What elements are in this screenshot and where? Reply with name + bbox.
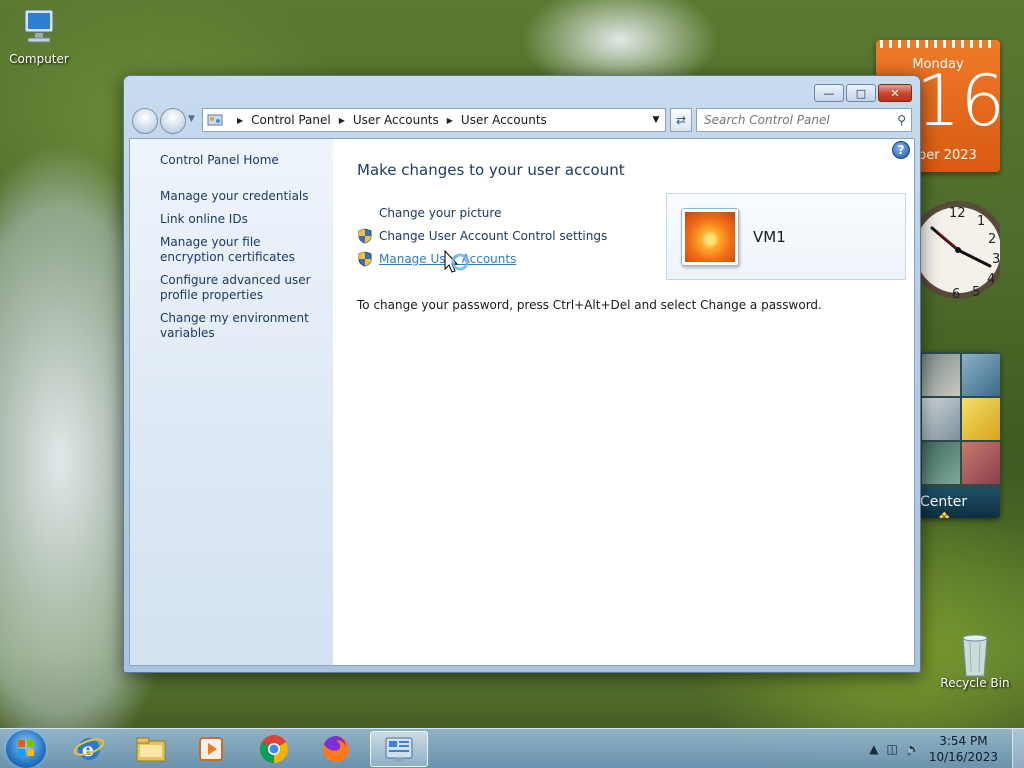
task-link-credentials[interactable]: Manage your credentials (160, 189, 320, 204)
clock-number: 2 (988, 232, 996, 247)
breadcrumb-user-accounts[interactable]: User Accounts (353, 113, 439, 127)
calendar-rings (880, 40, 996, 48)
clock-number: 1 (977, 214, 985, 229)
taskbar-internet-explorer[interactable]: e (60, 731, 118, 767)
media-tiles (920, 352, 1000, 486)
desktop-icon-recycle-bin[interactable]: Recycle Bin (935, 632, 1015, 690)
navigation-bar: ▼ ▶ Control Panel ▶ User Accounts ▶ User… (132, 106, 912, 134)
password-hint: To change your password, press Ctrl+Alt+… (357, 298, 822, 312)
taskbar-firefox[interactable] (307, 731, 365, 767)
desktop-icon-label: Computer (9, 52, 69, 66)
address-dropdown-icon[interactable]: ▼ (647, 115, 665, 125)
refresh-button[interactable]: ⇄ (670, 108, 692, 132)
breadcrumb-control-panel[interactable]: Control Panel (251, 113, 331, 127)
calendar-day: 16 (916, 60, 1000, 142)
search-input[interactable]: Search Control Panel ⚲ (696, 108, 912, 132)
uac-shield-icon (358, 250, 372, 267)
desktop-icon-label: Recycle Bin (940, 676, 1010, 690)
user-avatar (681, 207, 739, 266)
breadcrumb-arrow-icon[interactable]: ▶ (447, 116, 453, 125)
page-title: Make changes to your user account (357, 161, 625, 179)
windows-logo-icon: ❖ (938, 510, 951, 518)
breadcrumb-arrow-icon: ▶ (237, 115, 244, 125)
window-client-area: Control Panel Home Manage your credentia… (129, 138, 915, 666)
clock-number: 12 (949, 206, 966, 221)
refresh-icon: ⇄ (675, 113, 687, 127)
back-button[interactable] (132, 108, 158, 134)
breadcrumb-arrow-icon[interactable]: ▶ (339, 116, 345, 125)
search-placeholder: Search Control Panel (704, 113, 830, 127)
tasks-pane: Control Panel Home Manage your credentia… (130, 139, 333, 665)
chrome-icon (260, 735, 288, 763)
media-center-label: Center ❖ (920, 488, 1000, 518)
task-link-encryption-certificates[interactable]: Manage your file encryption certificates (160, 235, 320, 265)
control-panel-window[interactable]: — □ ✕ ▼ ▶ Control Panel ▶ User Accounts … (123, 75, 921, 673)
taskbar-windows-explorer[interactable] (122, 731, 180, 767)
start-button[interactable] (6, 730, 46, 768)
task-link-advanced-profile[interactable]: Configure advanced user profile properti… (160, 273, 320, 303)
main-pane: ? Make changes to your user account Chan… (333, 139, 914, 665)
user-account-card: VM1 (666, 193, 906, 280)
taskbar-media-player[interactable] (182, 731, 240, 767)
show-desktop-button[interactable] (1012, 729, 1024, 768)
task-link-environment-variables[interactable]: Change my environment variables (160, 311, 320, 341)
media-center-gadget[interactable]: Center ❖ (920, 352, 1000, 518)
maximize-button[interactable]: □ (846, 84, 876, 102)
user-name: VM1 (753, 227, 786, 246)
computer-icon (17, 8, 61, 48)
internet-explorer-icon: e (73, 738, 105, 761)
taskbar-chrome[interactable] (245, 731, 303, 767)
caption-buttons: — □ ✕ (814, 84, 912, 102)
clock-number: 5 (972, 285, 980, 300)
close-button[interactable]: ✕ (878, 84, 912, 102)
control-panel-home-link[interactable]: Control Panel Home (160, 153, 320, 168)
clock-number: 3 (992, 252, 1000, 267)
windows-explorer-icon (136, 737, 166, 762)
windows-logo-icon (18, 740, 34, 756)
search-icon[interactable]: ⚲ (897, 113, 906, 127)
control-panel-small-icon (207, 114, 223, 126)
forward-button[interactable] (160, 108, 186, 134)
task-link-online-ids[interactable]: Link online IDs (160, 212, 320, 227)
recent-pages-dropdown[interactable]: ▼ (188, 114, 195, 124)
desktop-icon-computer[interactable]: Computer (0, 8, 79, 66)
clock-time: 3:54 PM (939, 734, 988, 748)
firefox-icon (323, 736, 349, 762)
show-hidden-icons-icon[interactable]: ▲ (869, 742, 878, 756)
uac-shield-icon (358, 227, 372, 244)
breadcrumb-user-accounts-current[interactable]: User Accounts (461, 113, 547, 127)
address-bar[interactable]: ▶ Control Panel ▶ User Accounts ▶ User A… (202, 108, 666, 132)
taskbar: e ▲ ◫ 🔈 3:54 PM 10/16/2023 (0, 728, 1024, 768)
help-icon[interactable]: ? (892, 141, 910, 159)
control-panel-icon (385, 737, 413, 762)
media-player-icon (199, 737, 223, 761)
recycle-bin-icon (953, 632, 997, 677)
clock-number: 4 (987, 272, 995, 287)
taskbar-control-panel[interactable] (370, 731, 428, 767)
network-icon[interactable]: ◫ (887, 742, 898, 756)
system-tray: ▲ ◫ 🔈 3:54 PM 10/16/2023 (869, 729, 1024, 768)
clock-number: 6 (952, 287, 960, 302)
minimize-button[interactable]: — (814, 84, 844, 102)
taskbar-clock[interactable]: 3:54 PM 10/16/2023 (929, 733, 998, 765)
volume-muted-icon[interactable]: 🔈 (906, 742, 921, 756)
clock-date: 10/16/2023 (928, 750, 998, 764)
